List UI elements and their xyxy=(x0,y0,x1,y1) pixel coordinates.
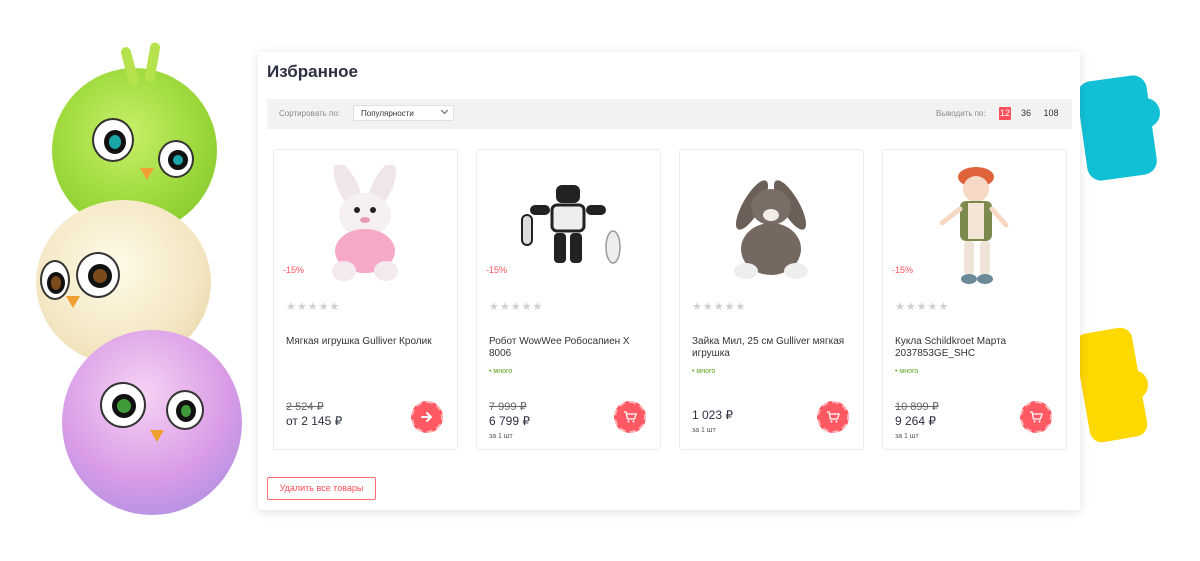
yellow-puzzle-knob xyxy=(1118,370,1148,400)
old-price: 7 999 ₽ xyxy=(489,401,527,413)
price-unit: за 1 шт xyxy=(489,433,513,440)
product-card[interactable]: -15% ★★★★★ Робот WowWee Робосапиен X 800… xyxy=(476,149,661,450)
page: Избранное Сортировать по: Популярности В… xyxy=(0,0,1200,561)
favorites-panel: Избранное Сортировать по: Популярности В… xyxy=(258,52,1080,510)
rating-stars: ★★★★★ xyxy=(286,301,341,313)
product-name[interactable]: Мягкая игрушка Gulliver Кролик xyxy=(286,336,451,348)
product-image-grey-bunny[interactable] xyxy=(708,162,833,288)
chevron-down-icon xyxy=(440,106,449,115)
product-name[interactable]: Кукла Schildkroet Марта 2037853GE_SHC xyxy=(895,336,1060,360)
sort-label: Сортировать по: xyxy=(279,109,341,118)
current-price: 1 023 ₽ xyxy=(692,408,733,422)
sort-toolbar: Сортировать по: Популярности Выводить по… xyxy=(267,99,1072,129)
sort-select-value: Популярности xyxy=(361,109,414,118)
product-card[interactable]: ★★★★★ Зайка Мил, 25 см Gulliver мягкая и… xyxy=(679,149,864,450)
product-card[interactable]: -15% ★★★★★ Кукла Schildkroet Марта 20378… xyxy=(882,149,1067,450)
product-image-doll[interactable] xyxy=(911,162,1036,288)
current-price: 9 264 ₽ xyxy=(895,414,936,428)
add-to-cart-button[interactable] xyxy=(817,401,849,433)
per-page-option-108[interactable]: 108 xyxy=(1041,107,1061,120)
sort-select[interactable]: Популярности xyxy=(353,105,454,121)
product-image-plush-bunny[interactable] xyxy=(302,162,427,288)
per-page-option-12[interactable]: 12 xyxy=(999,107,1011,120)
discount-badge: -15% xyxy=(486,265,508,275)
per-page-option-36[interactable]: 36 xyxy=(1019,107,1033,120)
product-name[interactable]: Робот WowWee Робосапиен X 8006 xyxy=(489,336,654,360)
discount-badge: -15% xyxy=(892,265,914,275)
cart-icon xyxy=(1030,411,1043,423)
remove-all-button[interactable]: Удалить все товары xyxy=(267,477,376,500)
pink-bird-image xyxy=(62,330,242,515)
blue-puzzle-piece-image xyxy=(1075,73,1159,183)
current-price: 6 799 ₽ xyxy=(489,414,530,428)
arrow-right-icon xyxy=(421,412,432,422)
cart-icon xyxy=(624,411,637,423)
discount-badge: -15% xyxy=(283,265,305,275)
stock-status: • много xyxy=(489,368,513,375)
old-price: 10 899 ₽ xyxy=(895,401,939,413)
old-price: 2 524 ₽ xyxy=(286,401,324,413)
rating-stars: ★★★★★ xyxy=(692,301,747,313)
product-image-robot[interactable] xyxy=(505,162,630,288)
cart-icon xyxy=(827,411,840,423)
stock-status: • много xyxy=(895,368,919,375)
rating-stars: ★★★★★ xyxy=(489,301,544,313)
per-page-label: Выводить по: xyxy=(936,109,986,118)
rating-stars: ★★★★★ xyxy=(895,301,950,313)
add-to-cart-button[interactable] xyxy=(1020,401,1052,433)
product-name[interactable]: Зайка Мил, 25 см Gulliver мягкая игрушка xyxy=(692,336,857,360)
add-to-cart-button[interactable] xyxy=(614,401,646,433)
product-card[interactable]: -15% ★★★★★ Мягкая игрушка Gulliver Кроли… xyxy=(273,149,458,450)
price-unit: за 1 шт xyxy=(895,433,919,440)
open-product-button[interactable] xyxy=(411,401,443,433)
stock-status: • много xyxy=(692,368,716,375)
page-title: Избранное xyxy=(267,62,358,81)
current-price: от 2 145 ₽ xyxy=(286,414,343,428)
blue-puzzle-knob xyxy=(1130,98,1160,128)
price-unit: за 1 шт xyxy=(692,427,716,434)
